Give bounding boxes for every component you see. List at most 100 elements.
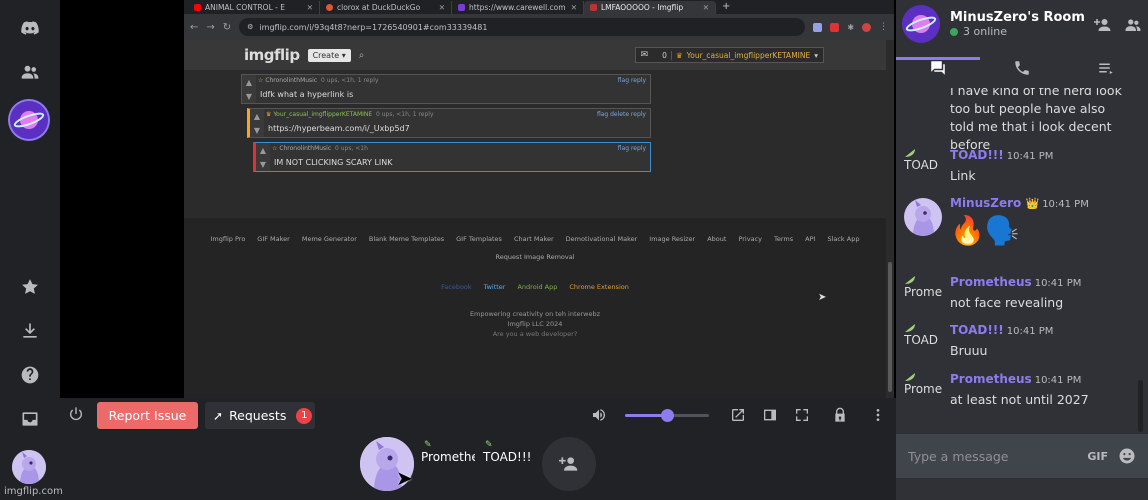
comment-author[interactable]: Your_casual_imgflipperKETAMINE: [273, 111, 372, 118]
browser-tab[interactable]: clorox at DuckDuckGo ✕: [320, 1, 452, 14]
close-tab-icon[interactable]: ✕: [703, 3, 709, 12]
site-info-icon[interactable]: ⚙: [247, 23, 253, 31]
back-icon[interactable]: ←: [190, 22, 198, 33]
imgflip-page[interactable]: imgflip Create ▾ ⌕ ✉ 0 ♛ Your_casual_img…: [184, 40, 886, 398]
footer-link[interactable]: API: [805, 235, 815, 243]
extensions-puzzle-icon[interactable]: ✱: [847, 23, 854, 32]
theater-mode-icon[interactable]: [762, 407, 778, 423]
emoji-icon[interactable]: [1118, 447, 1136, 465]
comment-actions[interactable]: flag reply: [618, 145, 646, 152]
notification-count[interactable]: 0: [662, 50, 672, 60]
footer-link[interactable]: Meme Generator: [302, 235, 357, 243]
footer-link[interactable]: Terms: [774, 235, 793, 243]
android-app-link[interactable]: Android App: [517, 283, 557, 291]
message-input[interactable]: [908, 448, 1088, 464]
message-author[interactable]: MinusZero 👑 10:41 PM: [950, 196, 1089, 210]
downvote-icon[interactable]: ▼: [254, 126, 260, 135]
downvote-icon[interactable]: ▼: [260, 160, 266, 169]
room-icon[interactable]: [902, 5, 940, 43]
extension-icon[interactable]: [830, 22, 840, 32]
help-icon[interactable]: [14, 359, 46, 391]
footer-link[interactable]: About: [707, 235, 726, 243]
chat-scrollbar[interactable]: [1138, 380, 1143, 432]
avatar[interactable]: Prome: [904, 372, 944, 412]
scrollbar-thumb[interactable]: [888, 262, 892, 392]
members-icon[interactable]: [1124, 16, 1142, 38]
message-list[interactable]: I have kind of the nerd look too but peo…: [896, 88, 1148, 434]
facebook-link[interactable]: Facebook: [441, 283, 472, 291]
new-tab-icon[interactable]: +: [716, 1, 736, 14]
browser-window[interactable]: ANIMAL CONTROL - E ✕ clorox at DuckDuckGo…: [184, 0, 894, 398]
user-menu[interactable]: ✉ 0 ♛ Your_casual_imgflipperKETAMINE ▾: [634, 47, 824, 63]
fullscreen-icon[interactable]: [794, 407, 810, 423]
upvote-icon[interactable]: ▲: [246, 78, 252, 87]
lock-icon[interactable]: [832, 407, 848, 423]
volume-icon[interactable]: [591, 407, 607, 423]
message-author[interactable]: Prometheus 10:41 PM: [950, 275, 1081, 289]
footer-link[interactable]: Demotivational Maker: [566, 235, 638, 243]
reload-icon[interactable]: ↻: [223, 22, 231, 33]
close-tab-icon[interactable]: ✕: [571, 3, 577, 12]
footer-link[interactable]: Imgflip Pro: [211, 235, 246, 243]
downvote-icon[interactable]: ▼: [246, 92, 252, 101]
footer-link[interactable]: Blank Meme Templates: [369, 235, 444, 243]
twitter-link[interactable]: Twitter: [484, 283, 506, 291]
comment-author[interactable]: ChronolinthMusic: [279, 145, 331, 152]
developer-link[interactable]: Are you a web developer?: [184, 329, 886, 339]
open-external-icon[interactable]: [730, 407, 746, 423]
search-icon[interactable]: ⌕: [359, 50, 365, 61]
profile-icon[interactable]: [862, 22, 871, 32]
discord-icon[interactable]: [14, 12, 46, 44]
requests-button[interactable]: ➚ Requests 1: [205, 402, 315, 429]
tab-call[interactable]: [980, 48, 1064, 88]
message-author[interactable]: TOAD!!! 10:41 PM: [950, 148, 1053, 162]
close-tab-icon[interactable]: ✕: [439, 3, 445, 12]
volume-knob[interactable]: [661, 409, 674, 422]
footer-link[interactable]: Privacy: [738, 235, 762, 243]
create-dropdown[interactable]: Create ▾: [307, 48, 351, 62]
tab-chat[interactable]: [896, 48, 980, 88]
inbox-icon[interactable]: [14, 403, 46, 435]
avatar[interactable]: TOAD: [904, 323, 944, 363]
request-removal-link[interactable]: Request Image Removal: [184, 253, 886, 261]
browser-tab-active[interactable]: LMFAOOOOO - Imgflip ✕: [584, 1, 716, 14]
browser-menu-icon[interactable]: ⋮: [879, 22, 888, 32]
upvote-icon[interactable]: ▲: [254, 112, 260, 121]
extension-icon[interactable]: [813, 22, 823, 32]
forward-icon[interactable]: →: [206, 22, 214, 33]
upvote-icon[interactable]: ▲: [260, 146, 266, 155]
report-issue-button[interactable]: Report Issue: [97, 402, 198, 429]
message-author[interactable]: Prometheus 10:41 PM: [950, 372, 1081, 386]
mail-icon[interactable]: ✉: [641, 50, 649, 60]
browser-tab[interactable]: ANIMAL CONTROL - E ✕: [188, 1, 320, 14]
friends-icon[interactable]: [14, 56, 46, 88]
comment-actions[interactable]: flag delete reply: [597, 111, 646, 118]
user-avatar[interactable]: [12, 450, 46, 484]
page-scrollbar[interactable]: [886, 40, 894, 398]
add-member-icon[interactable]: [1094, 16, 1112, 38]
volume-slider[interactable]: [625, 409, 709, 422]
chrome-extension-link[interactable]: Chrome Extension: [569, 283, 628, 291]
footer-link[interactable]: Image Resizer: [649, 235, 695, 243]
message-author[interactable]: TOAD!!! 10:41 PM: [950, 323, 1053, 337]
comment-author[interactable]: ChronolinthMusic: [265, 77, 317, 84]
star-icon[interactable]: [14, 271, 46, 303]
gif-button[interactable]: GIF: [1087, 450, 1108, 463]
browser-tab[interactable]: https://www.carewell.com ✕: [452, 1, 584, 14]
footer-link[interactable]: GIF Maker: [257, 235, 290, 243]
tab-queue[interactable]: [1064, 48, 1148, 88]
imgflip-logo[interactable]: imgflip: [244, 46, 300, 64]
power-icon[interactable]: [68, 406, 84, 422]
room-avatar[interactable]: [10, 101, 48, 139]
close-tab-icon[interactable]: ✕: [307, 3, 313, 12]
footer-link[interactable]: Chart Maker: [514, 235, 554, 243]
avatar[interactable]: TOAD: [904, 148, 944, 188]
invite-user-button[interactable]: [542, 437, 596, 491]
footer-link[interactable]: GIF Templates: [456, 235, 502, 243]
address-bar[interactable]: ⚙ imgflip.com/i/93q4t8?nerp=1726540901#c…: [239, 18, 806, 36]
footer-link[interactable]: Slack App: [827, 235, 859, 243]
download-icon[interactable]: [14, 315, 46, 347]
avatar[interactable]: Prome: [904, 275, 944, 315]
avatar[interactable]: [904, 198, 942, 236]
more-options-icon[interactable]: [870, 407, 886, 423]
